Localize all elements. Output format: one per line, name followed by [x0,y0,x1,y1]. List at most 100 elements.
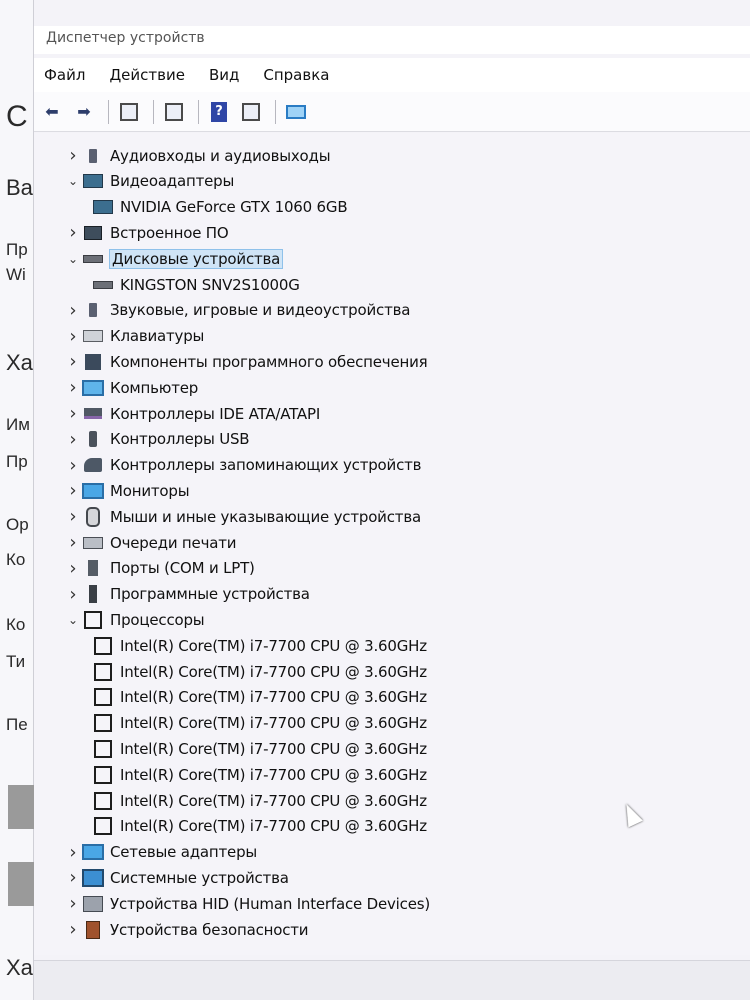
port-icon [82,559,104,577]
chevron-right-icon[interactable]: › [64,842,82,863]
scan-hardware-icon [286,104,306,119]
tree-item-label: Видеоадаптеры [110,172,235,191]
tree-device[interactable]: Intel(R) Core(TM) i7-7700 CPU @ 3.60GHz [92,633,427,658]
tree-device[interactable]: Intel(R) Core(TM) i7-7700 CPU @ 3.60GHz [92,788,427,813]
menu-file[interactable]: Файл [44,66,85,84]
tree-device[interactable]: Intel(R) Core(TM) i7-7700 CPU @ 3.60GHz [92,736,427,761]
tree-category[interactable]: ⌄ Процессоры [64,607,205,632]
chevron-right-icon[interactable]: › [64,558,82,579]
usb-icon [82,430,104,448]
chevron-right-icon[interactable]: › [64,403,82,424]
tree-device[interactable]: Intel(R) Core(TM) i7-7700 CPU @ 3.60GHz [92,659,427,684]
tree-device[interactable]: NVIDIA GeForce GTX 1060 6GB [92,195,348,220]
tree-category[interactable]: › Контроллеры IDE ATA/ATAPI [64,401,320,426]
tree-category[interactable]: › Компоненты программного обеспечения [64,349,427,374]
menu-action[interactable]: Действие [109,66,185,84]
tree-item-label: Компоненты программного обеспечения [110,352,428,371]
tree-category[interactable]: ⌄ Дисковые устройства [64,246,284,271]
chevron-right-icon[interactable]: › [64,222,82,243]
background-text: Пр [6,240,28,259]
tree-item-label: Программные устройства [110,585,310,604]
chevron-right-icon[interactable]: › [64,480,82,501]
menu-help[interactable]: Справка [263,66,329,84]
tree-category[interactable]: › Мыши и иные указывающие устройства [64,504,421,529]
monitor-icon [82,482,104,500]
chevron-down-icon[interactable]: ⌄ [64,174,82,188]
scan-hardware-button[interactable] [282,99,310,125]
background-text: С [6,100,28,133]
background-text: Ва [6,175,33,200]
tree-category[interactable]: ⌄ Видеоадаптеры [64,169,234,194]
chevron-right-icon[interactable]: › [64,506,82,527]
chevron-right-icon[interactable]: › [64,893,82,914]
tree-device[interactable]: Intel(R) Core(TM) i7-7700 CPU @ 3.60GHz [92,685,427,710]
tree-category[interactable]: › Порты (COM и LPT) [64,556,255,581]
tree-category[interactable]: › Встроенное ПО [64,220,228,245]
chevron-right-icon[interactable]: › [64,145,82,166]
tree-device[interactable]: Intel(R) Core(TM) i7-7700 CPU @ 3.60GHz [92,762,427,787]
action-pane-button[interactable] [237,99,265,125]
tree-category[interactable]: › Очереди печати [64,530,236,555]
action-pane-icon [242,102,260,121]
title-bar[interactable]: Диспетчер устройств [34,26,750,54]
back-button[interactable]: ⬅ [38,99,66,125]
tree-item-label: Очереди печати [110,533,237,552]
processor-icon [92,714,114,732]
tree-category[interactable]: › Устройства HID (Human Interface Devices… [64,891,430,916]
tree-item-label: Клавиатуры [110,327,205,346]
chevron-right-icon[interactable]: › [64,377,82,398]
tree-category[interactable]: › Компьютер [64,375,198,400]
tree-category[interactable]: › Звуковые, игровые и видеоустройства [64,298,410,323]
toolbar: ⬅ ➡ ? [34,92,750,132]
tree-category[interactable]: › Контроллеры USB [64,427,249,452]
display-adapter-icon [92,198,114,216]
processor-icon [92,817,114,835]
tree-item-label: Контроллеры запоминающих устройств [110,456,422,475]
tree-category[interactable]: › Мониторы [64,478,189,503]
tree-item-label: Intel(R) Core(TM) i7-7700 CPU @ 3.60GHz [120,765,427,784]
chevron-right-icon[interactable]: › [64,429,82,450]
arrow-left-icon: ⬅ [45,102,59,121]
forward-button[interactable]: ➡ [70,99,98,125]
console-tree-icon [120,102,138,121]
chevron-right-icon[interactable]: › [64,867,82,888]
speaker-icon [82,147,104,165]
tree-item-label: Сетевые адаптеры [110,843,258,862]
processor-icon [92,637,114,655]
tree-category[interactable]: › Устройства безопасности [64,917,308,942]
tree-item-label: Мониторы [110,481,190,500]
hid-icon [82,895,104,913]
background-text: Ха [6,955,33,980]
tree-category[interactable]: › Клавиатуры [64,324,204,349]
tree-device[interactable]: KINGSTON SNV2S1000G [92,272,300,297]
chevron-right-icon[interactable]: › [64,326,82,347]
tree-item-label: Компьютер [110,378,199,397]
ide-controller-icon [82,405,104,423]
tree-category[interactable]: › Программные устройства [64,582,310,607]
chevron-right-icon[interactable]: › [64,532,82,553]
show-hide-tree-button[interactable] [115,99,143,125]
chevron-down-icon[interactable]: ⌄ [64,252,82,266]
firmware-icon [82,224,104,242]
processor-icon [92,663,114,681]
tree-category[interactable]: › Контроллеры запоминающих устройств [64,453,421,478]
tree-category[interactable]: › Сетевые адаптеры [64,840,257,865]
tree-item-label: Контроллеры USB [110,430,250,449]
tree-item-label: Мыши и иные указывающие устройства [110,507,421,526]
chevron-right-icon[interactable]: › [64,351,82,372]
tree-category[interactable]: › Аудиовходы и аудиовыходы [64,143,330,168]
chevron-right-icon[interactable]: › [64,584,82,605]
properties-button[interactable] [160,99,188,125]
tree-category[interactable]: › Системные устройства [64,865,289,890]
toolbar-separator [275,99,276,124]
tree-item-label: KINGSTON SNV2S1000G [120,275,300,294]
chevron-down-icon[interactable]: ⌄ [64,613,82,627]
tree-device[interactable]: Intel(R) Core(TM) i7-7700 CPU @ 3.60GHz [92,711,427,736]
menu-view[interactable]: Вид [209,66,239,84]
background-text: Wi [6,265,26,284]
help-button[interactable]: ? [205,99,233,125]
chevron-right-icon[interactable]: › [64,455,82,476]
tree-device[interactable]: Intel(R) Core(TM) i7-7700 CPU @ 3.60GHz [92,814,427,839]
chevron-right-icon[interactable]: › [64,300,82,321]
chevron-right-icon[interactable]: › [64,919,82,940]
